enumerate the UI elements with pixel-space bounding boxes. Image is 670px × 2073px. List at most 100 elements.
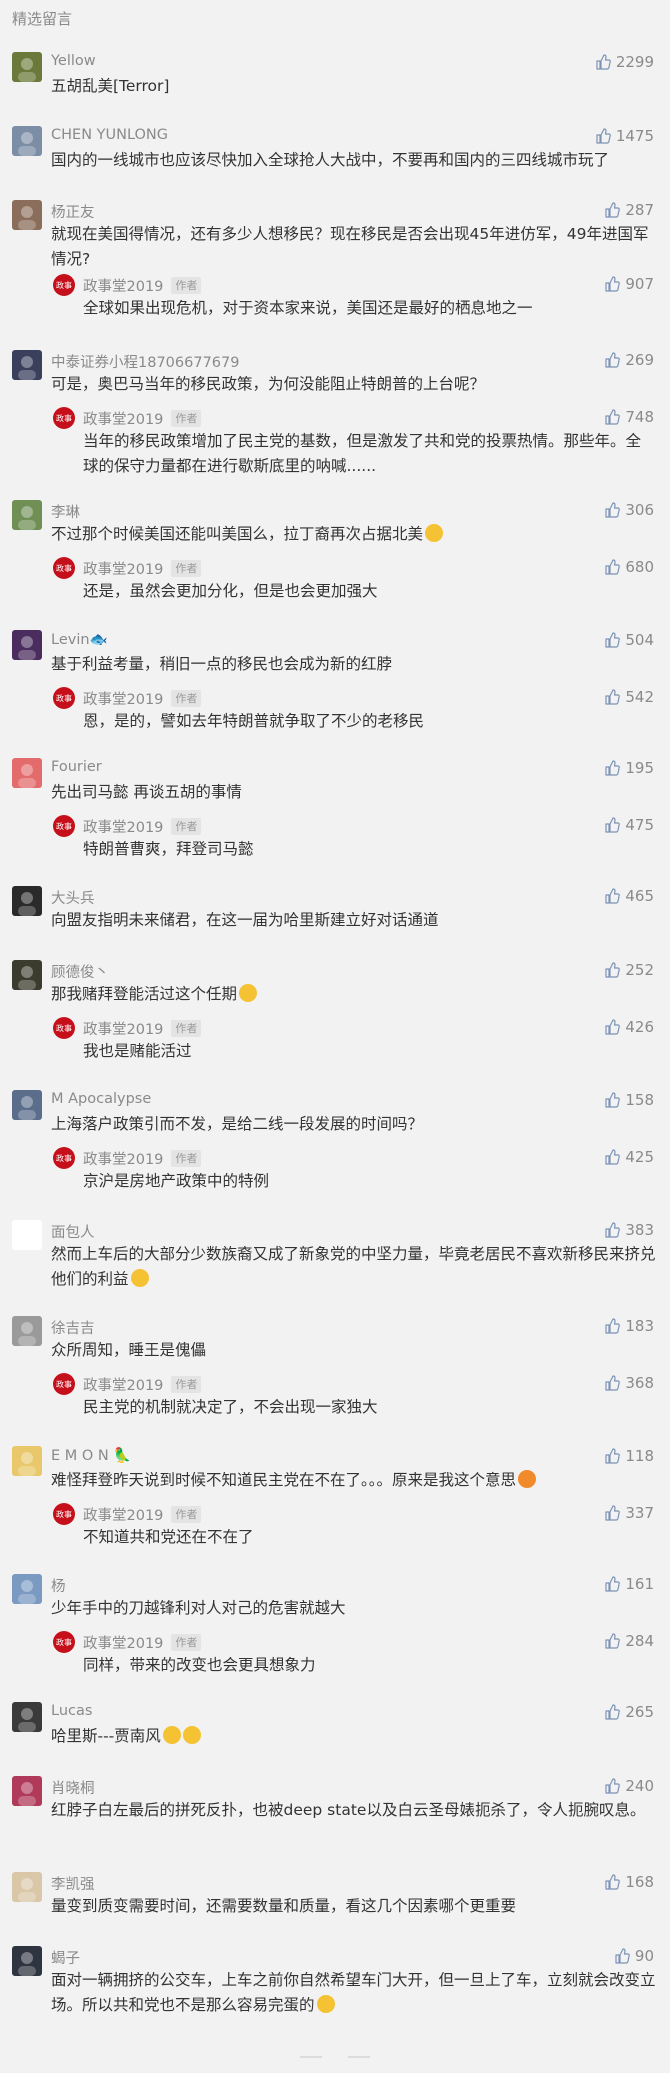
avatar[interactable] xyxy=(12,1946,42,1976)
commenter-name: 徐吉吉 xyxy=(51,1321,95,1337)
commenter-name: 面包人 xyxy=(51,1225,95,1241)
reply-like-button[interactable]: 425 xyxy=(604,1148,654,1166)
reply-like-button[interactable]: 284 xyxy=(604,1632,654,1650)
author-badge: 作者 xyxy=(171,1376,202,1393)
avatar[interactable] xyxy=(12,886,42,916)
avatar[interactable] xyxy=(12,1574,42,1604)
reply-like-button[interactable]: 368 xyxy=(604,1374,654,1392)
like-button[interactable]: 158 xyxy=(604,1091,654,1109)
reply-like-count: 368 xyxy=(625,1374,654,1392)
author-badge: 作者 xyxy=(171,560,202,577)
reply-author-name: 政事堂2019 xyxy=(83,1378,164,1394)
like-button[interactable]: 1475 xyxy=(595,127,654,145)
like-button[interactable]: 240 xyxy=(604,1777,654,1795)
emoji-icon xyxy=(239,984,258,1002)
avatar[interactable] xyxy=(12,758,42,788)
emoji-icon xyxy=(182,1726,201,1744)
thumb-up-icon xyxy=(605,1576,621,1592)
like-button[interactable]: 168 xyxy=(604,1873,654,1891)
thumb-up-icon xyxy=(605,1633,621,1649)
comment-text: 五胡乱美[Terror] xyxy=(51,77,170,95)
like-count: 1475 xyxy=(615,127,654,145)
avatar[interactable] xyxy=(12,200,42,230)
commenter-name: 肖晓桐 xyxy=(51,1781,95,1797)
avatar[interactable] xyxy=(12,1702,42,1732)
like-button[interactable]: 269 xyxy=(604,351,654,369)
thumb-up-icon xyxy=(605,352,621,368)
thumb-up-icon xyxy=(605,202,621,218)
like-button[interactable]: 287 xyxy=(604,201,654,219)
avatar[interactable] xyxy=(12,1872,42,1902)
reply-author-name: 政事堂2019 xyxy=(83,692,164,708)
like-button[interactable]: 90 xyxy=(614,1947,654,1965)
avatar[interactable] xyxy=(12,1316,42,1346)
section-title: 精选留言 xyxy=(12,10,73,28)
comment-text: 哈里斯---贾南风 xyxy=(51,1724,656,1749)
reply-text: 我也是赌能活过 xyxy=(83,1042,192,1060)
reply-like-button[interactable]: 426 xyxy=(604,1018,654,1036)
reply-like-button[interactable]: 907 xyxy=(604,275,654,293)
emoji-icon xyxy=(518,1470,537,1488)
avatar[interactable] xyxy=(12,630,42,660)
thumb-up-icon xyxy=(605,1092,621,1108)
thumb-up-icon xyxy=(605,1318,621,1334)
like-count: 465 xyxy=(625,887,654,905)
reply-like-button[interactable]: 748 xyxy=(604,408,654,426)
comment-text: 先出司马懿 再谈五胡的事情 xyxy=(51,783,242,801)
emoji-icon xyxy=(130,1269,149,1287)
avatar[interactable] xyxy=(12,126,42,156)
author-badge: 作者 xyxy=(171,690,202,707)
author-avatar[interactable]: 政事 xyxy=(53,407,75,429)
reply-like-button[interactable]: 475 xyxy=(604,816,654,834)
like-button[interactable]: 265 xyxy=(604,1703,654,1721)
thumb-up-icon xyxy=(605,888,621,904)
author-avatar[interactable]: 政事 xyxy=(53,1147,75,1169)
like-button[interactable]: 465 xyxy=(604,887,654,905)
like-count: 183 xyxy=(625,1317,654,1335)
author-badge: 作者 xyxy=(171,1020,202,1037)
author-avatar[interactable]: 政事 xyxy=(53,1017,75,1039)
comment-text: 国内的一线城市也应该尽快加入全球抢人大战中，不要再和国内的三四线城市玩了 xyxy=(51,151,610,169)
thumb-up-icon xyxy=(605,502,621,518)
author-avatar[interactable]: 政事 xyxy=(53,274,75,296)
reply-like-button[interactable]: 337 xyxy=(604,1504,654,1522)
commenter-name: 杨正友 xyxy=(51,205,95,221)
like-button[interactable]: 252 xyxy=(604,961,654,979)
avatar[interactable] xyxy=(12,1090,42,1120)
like-button[interactable]: 195 xyxy=(604,759,654,777)
thumb-up-icon xyxy=(605,1222,621,1238)
author-badge: 作者 xyxy=(171,277,202,294)
comment-text: 量变到质变需要时间，还需要数量和质量，看这几个因素哪个更重要 xyxy=(51,1897,517,1915)
avatar[interactable] xyxy=(12,1776,42,1806)
avatar[interactable] xyxy=(12,1220,42,1250)
like-button[interactable]: 118 xyxy=(604,1447,654,1465)
avatar[interactable] xyxy=(12,350,42,380)
reply-like-button[interactable]: 542 xyxy=(604,688,654,706)
author-avatar[interactable]: 政事 xyxy=(53,687,75,709)
like-button[interactable]: 306 xyxy=(604,501,654,519)
reply-like-button[interactable]: 680 xyxy=(604,558,654,576)
avatar[interactable] xyxy=(12,52,42,82)
author-avatar[interactable]: 政事 xyxy=(53,1631,75,1653)
reply-author-name: 政事堂2019 xyxy=(83,412,164,428)
like-button[interactable]: 2299 xyxy=(595,53,654,71)
avatar[interactable] xyxy=(12,1446,42,1476)
like-button[interactable]: 183 xyxy=(604,1317,654,1335)
author-avatar[interactable]: 政事 xyxy=(53,815,75,837)
like-button[interactable]: 161 xyxy=(604,1575,654,1593)
comment-text: 可是，奥巴马当年的移民政策，为何没能阻止特朗普的上台呢？ xyxy=(51,375,486,393)
author-avatar[interactable]: 政事 xyxy=(53,1373,75,1395)
avatar[interactable] xyxy=(12,960,42,990)
like-button[interactable]: 383 xyxy=(604,1221,654,1239)
commenter-name: 李琳 xyxy=(51,505,80,521)
thumb-up-icon xyxy=(605,1874,621,1890)
reply-author-name: 政事堂2019 xyxy=(83,1636,164,1652)
author-avatar[interactable]: 政事 xyxy=(53,557,75,579)
like-button[interactable]: 504 xyxy=(604,631,654,649)
commenter-name: Fourier xyxy=(51,759,102,775)
thumb-up-icon xyxy=(605,1448,621,1464)
avatar[interactable] xyxy=(12,500,42,530)
thumb-up-icon xyxy=(605,632,621,648)
author-avatar[interactable]: 政事 xyxy=(53,1503,75,1525)
reply-author-name: 政事堂2019 xyxy=(83,1508,164,1524)
